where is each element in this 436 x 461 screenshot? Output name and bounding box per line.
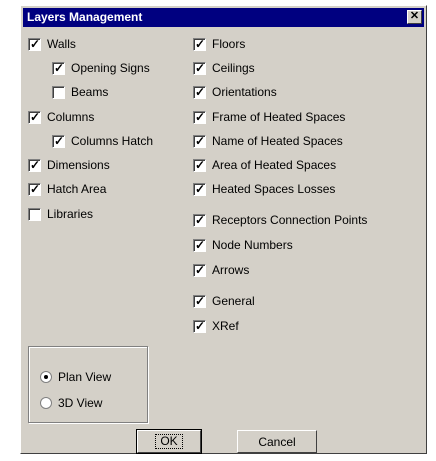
checkbox-label: Libraries <box>47 207 94 221</box>
view-mode-group: Plan View 3D View <box>28 346 148 423</box>
checkbox-xref[interactable]: ✓ XRef <box>193 318 239 334</box>
checkbox-label: Opening Signs <box>71 61 150 75</box>
checkbox-heated-spaces-losses[interactable]: ✓ Heated Spaces Losses <box>193 181 335 197</box>
checkbox-label: Floors <box>212 37 246 51</box>
ok-button-label: OK <box>155 434 183 449</box>
checkbox-box[interactable]: ✓ <box>193 109 206 124</box>
cancel-button-label: Cancel <box>258 434 296 449</box>
checkbox-node-numbers[interactable]: ✓ Node Numbers <box>193 237 293 253</box>
checkbox-label: General <box>212 294 255 308</box>
close-icon: ✕ <box>409 10 420 22</box>
radio-plan-view[interactable]: Plan View <box>40 369 111 385</box>
checkbox-box[interactable]: ✓ <box>193 212 206 227</box>
dialog-title: Layers Management <box>27 10 143 24</box>
checkbox-box[interactable]: ✓ <box>193 36 206 51</box>
radio-circle[interactable] <box>40 397 52 409</box>
checkbox-box[interactable]: ✓ <box>193 181 206 196</box>
checkbox-label: Walls <box>47 37 76 51</box>
checkbox-ceilings[interactable]: ✓ Ceilings <box>193 60 255 76</box>
check-icon: ✓ <box>195 262 206 277</box>
checkbox-label: Beams <box>71 85 109 99</box>
check-icon: ✓ <box>195 237 206 252</box>
checkbox-walls[interactable]: ✓ Walls <box>28 36 76 52</box>
close-button[interactable]: ✕ <box>407 10 422 24</box>
checkbox-general[interactable]: ✓ General <box>193 293 255 309</box>
checkbox-label: Dimensions <box>47 158 110 172</box>
checkbox-floors[interactable]: ✓ Floors <box>193 36 245 52</box>
checkbox-label: Node Numbers <box>212 238 293 252</box>
checkbox-label: Receptors Connection Points <box>212 213 368 227</box>
checkbox-box[interactable]: ✓ <box>193 133 206 148</box>
radio-selected-dot <box>44 375 48 379</box>
checkbox-hatch-area[interactable]: ✓ Hatch Area <box>28 181 106 197</box>
check-icon: ✓ <box>30 109 41 124</box>
checkbox-box[interactable] <box>52 85 65 99</box>
checkbox-label: Orientations <box>212 85 277 99</box>
cancel-button[interactable]: Cancel <box>237 430 317 453</box>
checkbox-arrows[interactable]: ✓ Arrows <box>193 262 249 278</box>
checkbox-label: Ceilings <box>212 61 255 75</box>
checkbox-label: Hatch Area <box>47 182 107 196</box>
checkbox-label: Columns <box>47 110 95 124</box>
check-icon: ✓ <box>195 133 206 148</box>
checkbox-label: Frame of Heated Spaces <box>212 110 346 124</box>
radio-3d-view[interactable]: 3D View <box>40 395 102 411</box>
checkbox-box[interactable]: ✓ <box>28 109 41 124</box>
check-icon: ✓ <box>30 181 41 196</box>
checkbox-label: Arrows <box>212 263 250 277</box>
checkbox-opening-signs[interactable]: ✓ Opening Signs <box>52 60 150 76</box>
checkbox-columns-hatch[interactable]: ✓ Columns Hatch <box>52 133 153 149</box>
check-icon: ✓ <box>195 181 206 196</box>
checkbox-label: Area of Heated Spaces <box>212 158 337 172</box>
check-icon: ✓ <box>30 157 41 172</box>
check-icon: ✓ <box>195 293 206 308</box>
checkbox-receptors-connection-points[interactable]: ✓ Receptors Connection Points <box>193 212 367 228</box>
checkbox-columns[interactable]: ✓ Columns <box>28 109 94 125</box>
checkbox-libraries[interactable]: Libraries <box>28 206 93 222</box>
checkbox-label: Columns Hatch <box>71 134 154 148</box>
checkbox-box[interactable]: ✓ <box>52 133 65 148</box>
checkbox-box[interactable]: ✓ <box>52 60 65 75</box>
check-icon: ✓ <box>54 60 65 75</box>
check-icon: ✓ <box>195 84 206 99</box>
ok-button[interactable]: OK <box>136 429 202 454</box>
checkbox-label: Heated Spaces Losses <box>212 182 336 196</box>
checkbox-area-of-heated-spaces[interactable]: ✓ Area of Heated Spaces <box>193 157 336 173</box>
checkbox-box[interactable]: ✓ <box>28 36 41 51</box>
check-icon: ✓ <box>195 60 206 75</box>
checkbox-beams[interactable]: Beams <box>52 84 108 100</box>
checkbox-box[interactable]: ✓ <box>193 157 206 172</box>
checkbox-box[interactable]: ✓ <box>28 181 41 196</box>
checkbox-orientations[interactable]: ✓ Orientations <box>193 84 277 100</box>
checkbox-box[interactable]: ✓ <box>193 262 206 277</box>
checkbox-box[interactable]: ✓ <box>193 237 206 252</box>
checkbox-box[interactable]: ✓ <box>193 84 206 99</box>
radio-label: 3D View <box>58 396 103 410</box>
checkbox-frame-of-heated-spaces[interactable]: ✓ Frame of Heated Spaces <box>193 109 345 125</box>
layers-management-dialog: Layers Management ✕ ✓ Walls ✓ Opening Si… <box>20 5 427 454</box>
checkbox-box[interactable]: ✓ <box>193 293 206 308</box>
check-icon: ✓ <box>195 212 206 227</box>
check-icon: ✓ <box>30 36 41 51</box>
title-bar: Layers Management ✕ <box>23 8 424 27</box>
checkbox-box[interactable]: ✓ <box>193 318 206 333</box>
check-icon: ✓ <box>195 109 206 124</box>
radio-circle[interactable] <box>40 371 52 383</box>
check-icon: ✓ <box>195 318 206 333</box>
check-icon: ✓ <box>195 36 206 51</box>
checkbox-box[interactable]: ✓ <box>28 157 41 172</box>
check-icon: ✓ <box>195 157 206 172</box>
check-icon: ✓ <box>54 133 65 148</box>
checkbox-box[interactable]: ✓ <box>193 60 206 75</box>
checkbox-box[interactable] <box>28 207 41 221</box>
checkbox-dimensions[interactable]: ✓ Dimensions <box>28 157 110 173</box>
checkbox-label: XRef <box>212 319 239 333</box>
checkbox-label: Name of Heated Spaces <box>212 134 343 148</box>
radio-label: Plan View <box>58 370 112 384</box>
checkbox-name-of-heated-spaces[interactable]: ✓ Name of Heated Spaces <box>193 133 343 149</box>
